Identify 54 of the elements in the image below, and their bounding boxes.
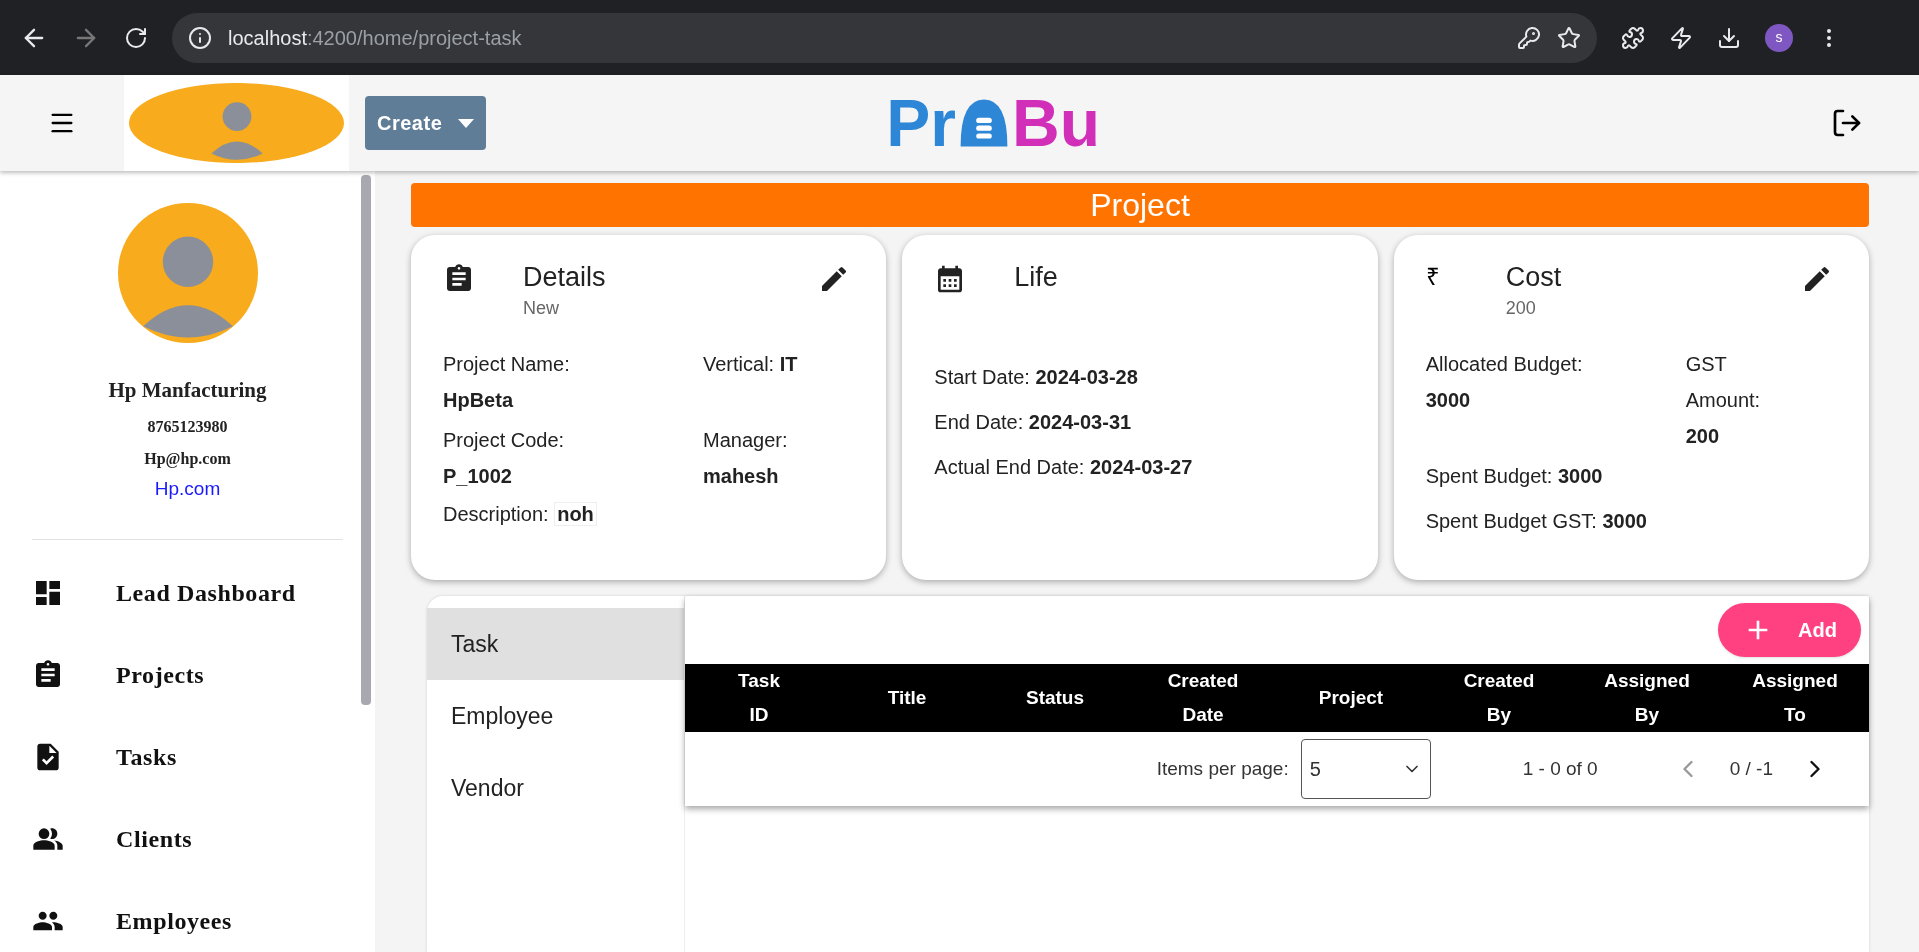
field-text: Description: noh [443, 494, 855, 534]
column-header: Assigned To [1751, 669, 1839, 727]
nav-item[interactable]: Tasks [0, 716, 351, 798]
bolt-icon[interactable] [1669, 25, 1693, 50]
key-icon[interactable] [1517, 25, 1541, 50]
nav-item[interactable]: Projects [0, 634, 351, 716]
field-text: Allocated Budget: 3000 [1425, 352, 1584, 413]
column-header: Project [1317, 686, 1385, 710]
website-link[interactable]: Hp.com [154, 474, 221, 503]
caret-icon [458, 118, 475, 128]
email-text: Hp@hp.com [144, 448, 231, 470]
page-size-select[interactable]: 5 [1300, 739, 1431, 799]
column-header: Task ID [737, 669, 781, 727]
card-title: Life [1014, 261, 1059, 294]
page-banner: Project [411, 183, 1869, 227]
reload-icon[interactable] [124, 25, 148, 50]
field-text: Spent Budget GST: 3000 [1425, 509, 1648, 534]
nav-item[interactable]: Employees [0, 880, 351, 952]
download-icon[interactable] [1717, 25, 1741, 50]
field-text: Vertical: IT [703, 352, 799, 377]
extensions-icon[interactable] [1621, 25, 1645, 50]
column-header: Created By [1462, 669, 1536, 727]
nav-item[interactable]: Lead Dashboard [0, 552, 351, 634]
field-text: Project Name: HpBeta [443, 352, 571, 413]
create-button[interactable]: Create [365, 96, 487, 150]
field-text: Manager: mahesh [703, 428, 789, 489]
phone-text: 8765123980 [147, 416, 228, 437]
address-bar[interactable]: localhost:4200/home/project-task [172, 12, 1597, 63]
field-text: Start Date: 2024-03-28 [934, 365, 1139, 390]
card-title: Cost [1505, 261, 1563, 294]
column-header: Title [886, 686, 928, 710]
column-header: Assigned By [1603, 669, 1691, 727]
star-icon[interactable] [1557, 25, 1581, 50]
range-text: 1 - 0 of 0 [1522, 756, 1598, 781]
logo: Pr Bu [886, 90, 1100, 156]
page-text: 0 / -1 [1729, 756, 1773, 781]
card-subtitle: New [523, 297, 560, 320]
logout-icon[interactable] [1831, 107, 1863, 139]
company-name: Hp Manfacturing [108, 377, 267, 404]
card-subtitle: 200 [1505, 297, 1537, 320]
column-header: Created Date [1166, 669, 1240, 727]
rupee-symbol: ₹ [1425, 263, 1440, 290]
info-icon [188, 25, 212, 50]
items-per-page-label: Items per page: [1156, 756, 1289, 781]
field-text: GST Amount: 200 [1685, 352, 1762, 449]
profile-avatar[interactable]: s [1765, 23, 1793, 52]
url-text: localhost:4200/home/project-task [228, 25, 522, 51]
card-title: Details [523, 261, 607, 294]
field-text: Spent Budget: 3000 [1425, 464, 1604, 489]
column-header: Status [1024, 686, 1086, 710]
side-tab[interactable]: Task [427, 608, 684, 680]
field-text: End Date: 2024-03-31 [934, 410, 1133, 435]
field-text: Actual End Date: 2024-03-27 [934, 455, 1194, 480]
nav-item[interactable]: Clients [0, 798, 351, 880]
